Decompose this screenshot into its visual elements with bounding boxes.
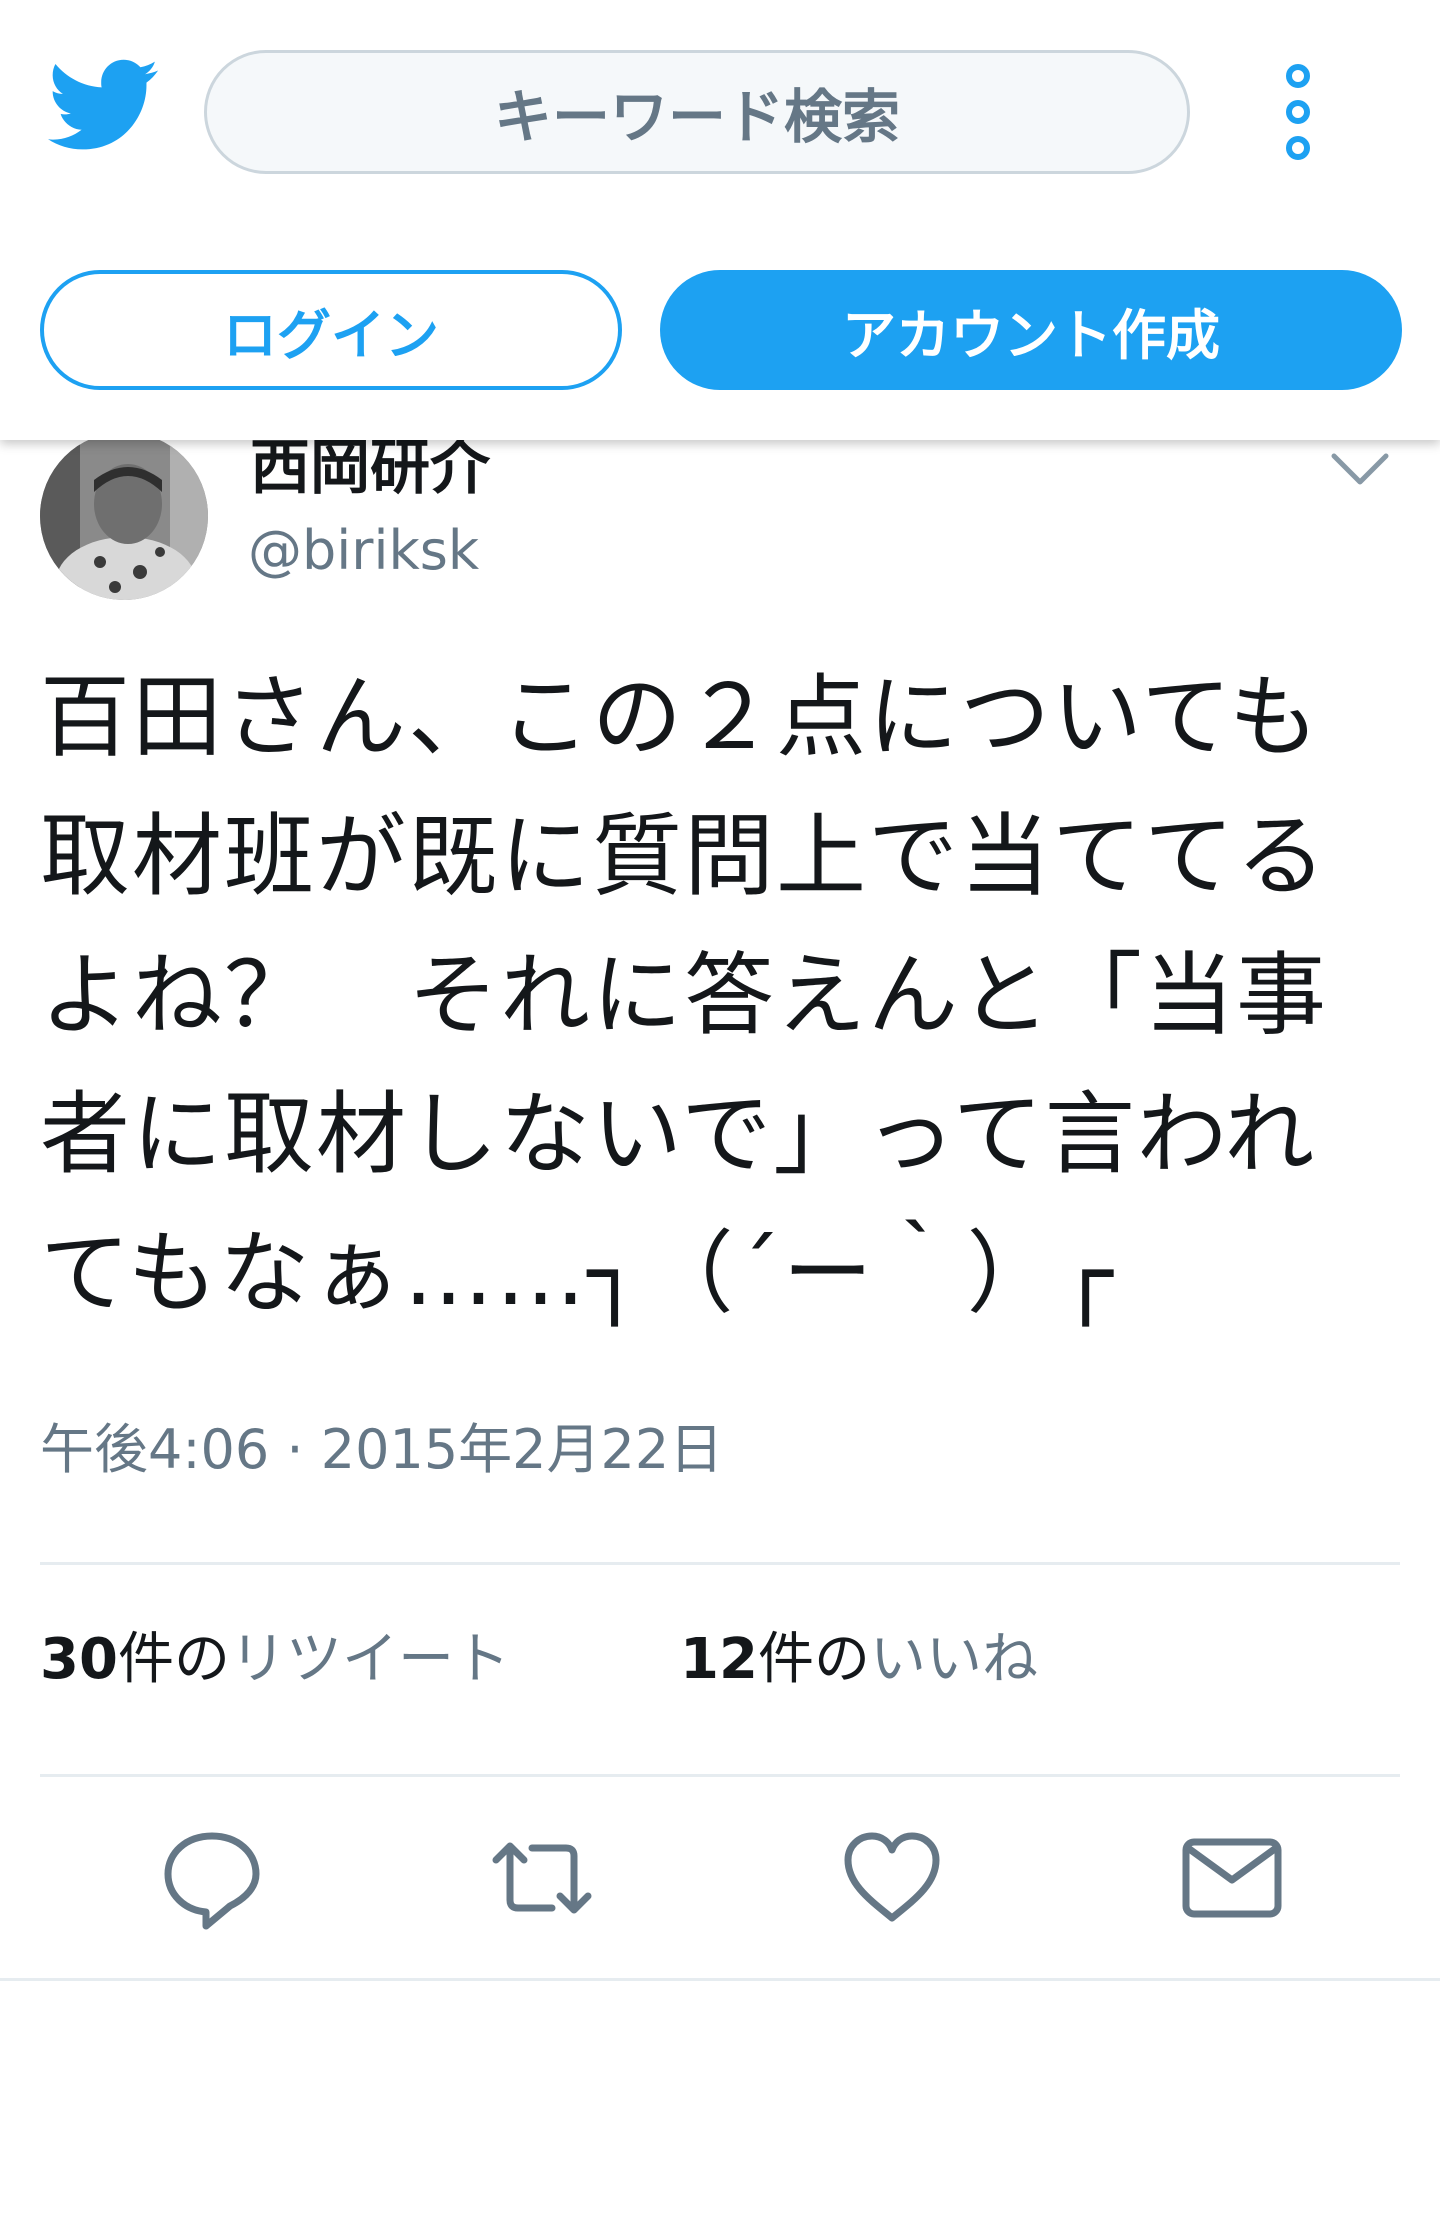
login-button-label: ログイン	[223, 303, 439, 367]
like-heart-icon[interactable]	[840, 1826, 944, 1930]
divider	[40, 1774, 1400, 1777]
divider	[40, 1562, 1400, 1565]
like-count-unit: 件の	[757, 1627, 870, 1692]
direct-message-icon[interactable]	[1180, 1826, 1284, 1930]
more-options-icon[interactable]	[1276, 60, 1320, 164]
chevron-down-icon[interactable]	[1330, 452, 1390, 488]
retweet-count-label: リツイート	[229, 1627, 510, 1692]
author-handle[interactable]: @biriksk	[248, 516, 479, 586]
bottom-divider	[0, 1978, 1440, 1981]
retweet-count-unit: 件の	[117, 1627, 230, 1692]
avatar-photo	[40, 432, 208, 600]
login-button[interactable]: ログイン	[40, 270, 622, 390]
reply-icon[interactable]	[160, 1826, 264, 1930]
tweet-timestamp[interactable]: 午後4:06 · 2015年2月22日	[40, 1410, 723, 1490]
search-placeholder: キーワード検索	[493, 83, 900, 151]
top-header: キーワード検索 ログイン アカウント作成	[0, 0, 1440, 440]
create-account-button[interactable]: アカウント作成	[660, 270, 1402, 390]
like-count-label: いいね	[869, 1627, 1038, 1692]
tweet-text: 百田さん、この２点についても 取材班が既に質問上で当ててる よね？ それに答えん…	[40, 665, 1328, 1326]
retweet-count[interactable]: 30件のリツイート	[40, 1620, 510, 1700]
retweet-count-number: 30	[40, 1627, 118, 1692]
like-count-number: 12	[680, 1627, 758, 1692]
create-account-button-label: アカウント作成	[842, 303, 1220, 367]
author-avatar[interactable]	[40, 432, 208, 600]
keyword-search-input[interactable]: キーワード検索	[204, 50, 1190, 174]
twitter-bird-logo-icon[interactable]	[48, 58, 160, 154]
like-count[interactable]: 12件のいいね	[680, 1620, 1038, 1700]
author-name[interactable]: 西岡研介	[250, 428, 490, 508]
retweet-icon[interactable]	[490, 1826, 594, 1930]
